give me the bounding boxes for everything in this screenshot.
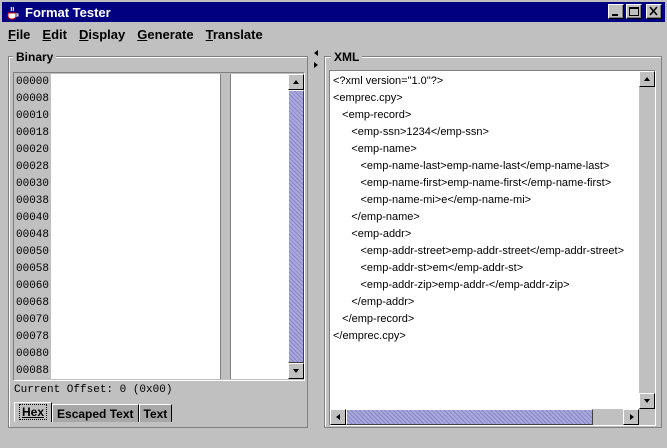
- tab-text-label: Text: [143, 407, 168, 421]
- java-cup-icon[interactable]: [5, 4, 21, 20]
- arrow-left-icon: [336, 414, 340, 420]
- xml-line: <emp-name-first>emp-name-first</emp-name…: [333, 177, 612, 189]
- binary-scroll-thumb[interactable]: [288, 90, 304, 363]
- arrow-down-icon: [293, 369, 299, 373]
- xml-scroll-up-button[interactable]: [639, 71, 655, 87]
- offset-row: 00008: [16, 93, 50, 105]
- offset-row: 00038: [16, 195, 50, 207]
- offset-row: 00040: [16, 212, 50, 224]
- window-title: Format Tester: [25, 4, 111, 20]
- binary-view-tabs: Hex Escaped Text Text: [14, 402, 173, 422]
- xml-line: <emp-name-last>emp-name-last</emp-name-l…: [333, 160, 610, 172]
- close-icon: [649, 6, 658, 16]
- offset-row: 00000: [16, 76, 50, 88]
- xml-horizontal-scrollbar[interactable]: [330, 409, 639, 425]
- xml-scroll-left-button[interactable]: [330, 409, 346, 425]
- tab-text[interactable]: Text: [138, 404, 173, 422]
- menu-edit-label: dit: [51, 26, 67, 42]
- offset-row: 00020: [16, 144, 50, 156]
- menu-bar: File Edit Display Generate Translate: [2, 24, 665, 44]
- xml-text-area[interactable]: <?xml version="1.0"?> <emprec.cpy> <emp-r…: [333, 73, 639, 407]
- xml-line: </emp-name>: [333, 211, 420, 223]
- xml-hscroll-thumb[interactable]: [346, 409, 593, 425]
- hex-ascii-divider: [220, 74, 231, 379]
- offset-row: 00030: [16, 178, 50, 190]
- title-bar[interactable]: Format Tester: [2, 2, 665, 22]
- current-offset-label: Current Offset: 0 (0x00): [14, 384, 173, 396]
- split-pane-divider[interactable]: [312, 46, 320, 436]
- xml-line: <emp-addr-zip>emp-addr-</emp-addr-zip>: [333, 279, 570, 291]
- tab-escaped-text-label: Escaped Text: [57, 407, 134, 421]
- maximize-icon: [629, 7, 639, 16]
- xml-scroll-right-button[interactable]: [623, 409, 639, 425]
- arrow-down-icon: [644, 399, 650, 403]
- menu-file-mnemonic: F: [8, 26, 16, 42]
- xml-line: <?xml version="1.0"?>: [333, 75, 444, 87]
- xml-line: <emp-addr-street>emp-addr-street</emp-ad…: [333, 245, 625, 257]
- menu-file-label: ile: [15, 26, 31, 42]
- offset-row: 00080: [16, 348, 50, 360]
- collapse-right-icon[interactable]: [313, 62, 319, 68]
- menu-translate[interactable]: Translate: [200, 27, 269, 42]
- collapse-left-icon[interactable]: [313, 50, 319, 56]
- xml-line: <emp-ssn>1234</emp-ssn>: [333, 126, 489, 138]
- offset-row: 00078: [16, 331, 50, 343]
- xml-line: </emp-record>: [333, 313, 415, 325]
- xml-panel-title: XML: [331, 50, 363, 64]
- menu-edit-mnemonic: E: [42, 26, 52, 42]
- menu-translate-label: ranslate: [212, 26, 263, 42]
- menu-display-mnemonic: D: [78, 26, 89, 42]
- scroll-corner: [639, 409, 655, 425]
- offset-row: 00058: [16, 263, 50, 275]
- offset-row: 00010: [16, 110, 50, 122]
- window-controls: [608, 4, 662, 19]
- binary-scroll-up-button[interactable]: [288, 74, 304, 90]
- menu-display-label: isplay: [88, 26, 126, 42]
- xml-line: </emprec.cpy>: [333, 330, 406, 342]
- menu-edit[interactable]: Edit: [36, 27, 73, 42]
- offset-row: 00028: [16, 161, 50, 173]
- xml-view[interactable]: <?xml version="1.0"?> <emprec.cpy> <emp-r…: [329, 70, 656, 426]
- xml-vertical-scrollbar[interactable]: [639, 71, 655, 409]
- xml-line: <emp-record>: [333, 109, 412, 121]
- binary-vertical-scrollbar[interactable]: [288, 74, 304, 379]
- menu-generate[interactable]: Generate: [131, 27, 199, 42]
- app-window: Format Tester File Edit Display Generate…: [0, 0, 667, 448]
- offset-column: 00000 00008 00010 00018 00020 00028 00030 00038…: [15, 74, 51, 379]
- minimize-button[interactable]: [608, 4, 624, 19]
- offset-row: 00068: [16, 297, 50, 309]
- hex-view: 00000 00008 00010 00018 00020 00028 00030 00038…: [13, 72, 305, 381]
- menu-generate-label: enerate: [147, 26, 194, 42]
- xml-line: <emp-name-mi>e</emp-name-mi>: [333, 194, 532, 206]
- offset-row: 00018: [16, 127, 50, 139]
- ascii-area[interactable]: [231, 74, 288, 379]
- offset-row: 00070: [16, 314, 50, 326]
- binary-scroll-down-button[interactable]: [288, 363, 304, 379]
- maximize-button[interactable]: [626, 4, 642, 19]
- arrow-up-icon: [293, 80, 299, 84]
- offset-row: 00060: [16, 280, 50, 292]
- minimize-icon: [612, 14, 618, 16]
- offset-row: 00048: [16, 229, 50, 241]
- offset-row: 00088: [16, 365, 50, 377]
- menu-generate-mnemonic: G: [137, 26, 148, 42]
- binary-panel-title: Binary: [13, 50, 57, 64]
- menu-display[interactable]: Display: [73, 27, 131, 42]
- offset-row: 00050: [16, 246, 50, 258]
- hex-bytes-area[interactable]: [51, 74, 220, 379]
- menu-translate-mnemonic: T: [205, 26, 213, 42]
- xml-line: </emp-addr>: [333, 296, 415, 308]
- arrow-up-icon: [644, 77, 650, 81]
- tab-escaped-text[interactable]: Escaped Text: [52, 404, 139, 422]
- close-button[interactable]: [646, 4, 662, 19]
- tab-hex-label: Hex: [19, 404, 48, 420]
- xml-scroll-down-button[interactable]: [639, 393, 655, 409]
- menu-file[interactable]: File: [2, 27, 36, 42]
- arrow-right-icon: [630, 414, 634, 420]
- xml-line: <emp-addr>: [333, 228, 412, 240]
- xml-line: <emprec.cpy>: [333, 92, 403, 104]
- xml-line: <emp-addr-st>em</emp-addr-st>: [333, 262, 524, 274]
- tab-hex[interactable]: Hex: [14, 402, 53, 422]
- xml-line: <emp-name>: [333, 143, 417, 155]
